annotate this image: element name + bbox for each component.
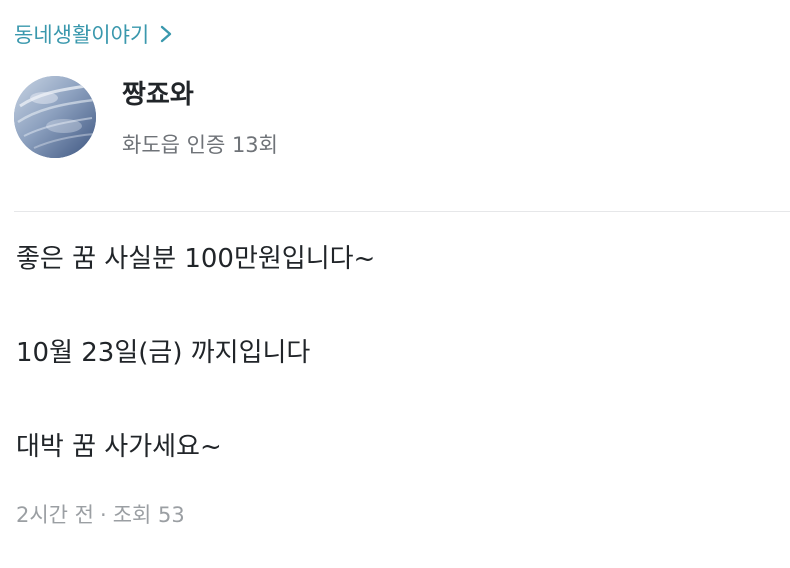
category-label: 동네생활이야기: [14, 23, 150, 47]
post-body: 좋은 꿈 사실분 100만원입니다~ 10월 23일(금) 까지입니다 대박 꿈…: [16, 236, 774, 470]
location-verification: 화도읍 인증 13회: [122, 133, 278, 157]
separator-dot: ·: [100, 503, 107, 527]
post-time: 2시간 전: [16, 503, 94, 527]
author-name[interactable]: 짱죠와: [122, 78, 194, 112]
view-count: 조회 53: [112, 503, 185, 527]
divider: [14, 211, 790, 212]
category-link[interactable]: 동네생활이야기: [14, 18, 173, 50]
post-footer: 2시간 전 · 조회 53: [16, 499, 185, 531]
post-line: 대박 꿈 사가세요~: [16, 432, 222, 462]
chevron-right-icon: [159, 24, 173, 44]
post-line: 좋은 꿈 사실분 100만원입니다~: [16, 244, 376, 274]
avatar[interactable]: [14, 76, 96, 158]
post-line: 10월 23일(금) 까지입니다: [16, 338, 311, 368]
